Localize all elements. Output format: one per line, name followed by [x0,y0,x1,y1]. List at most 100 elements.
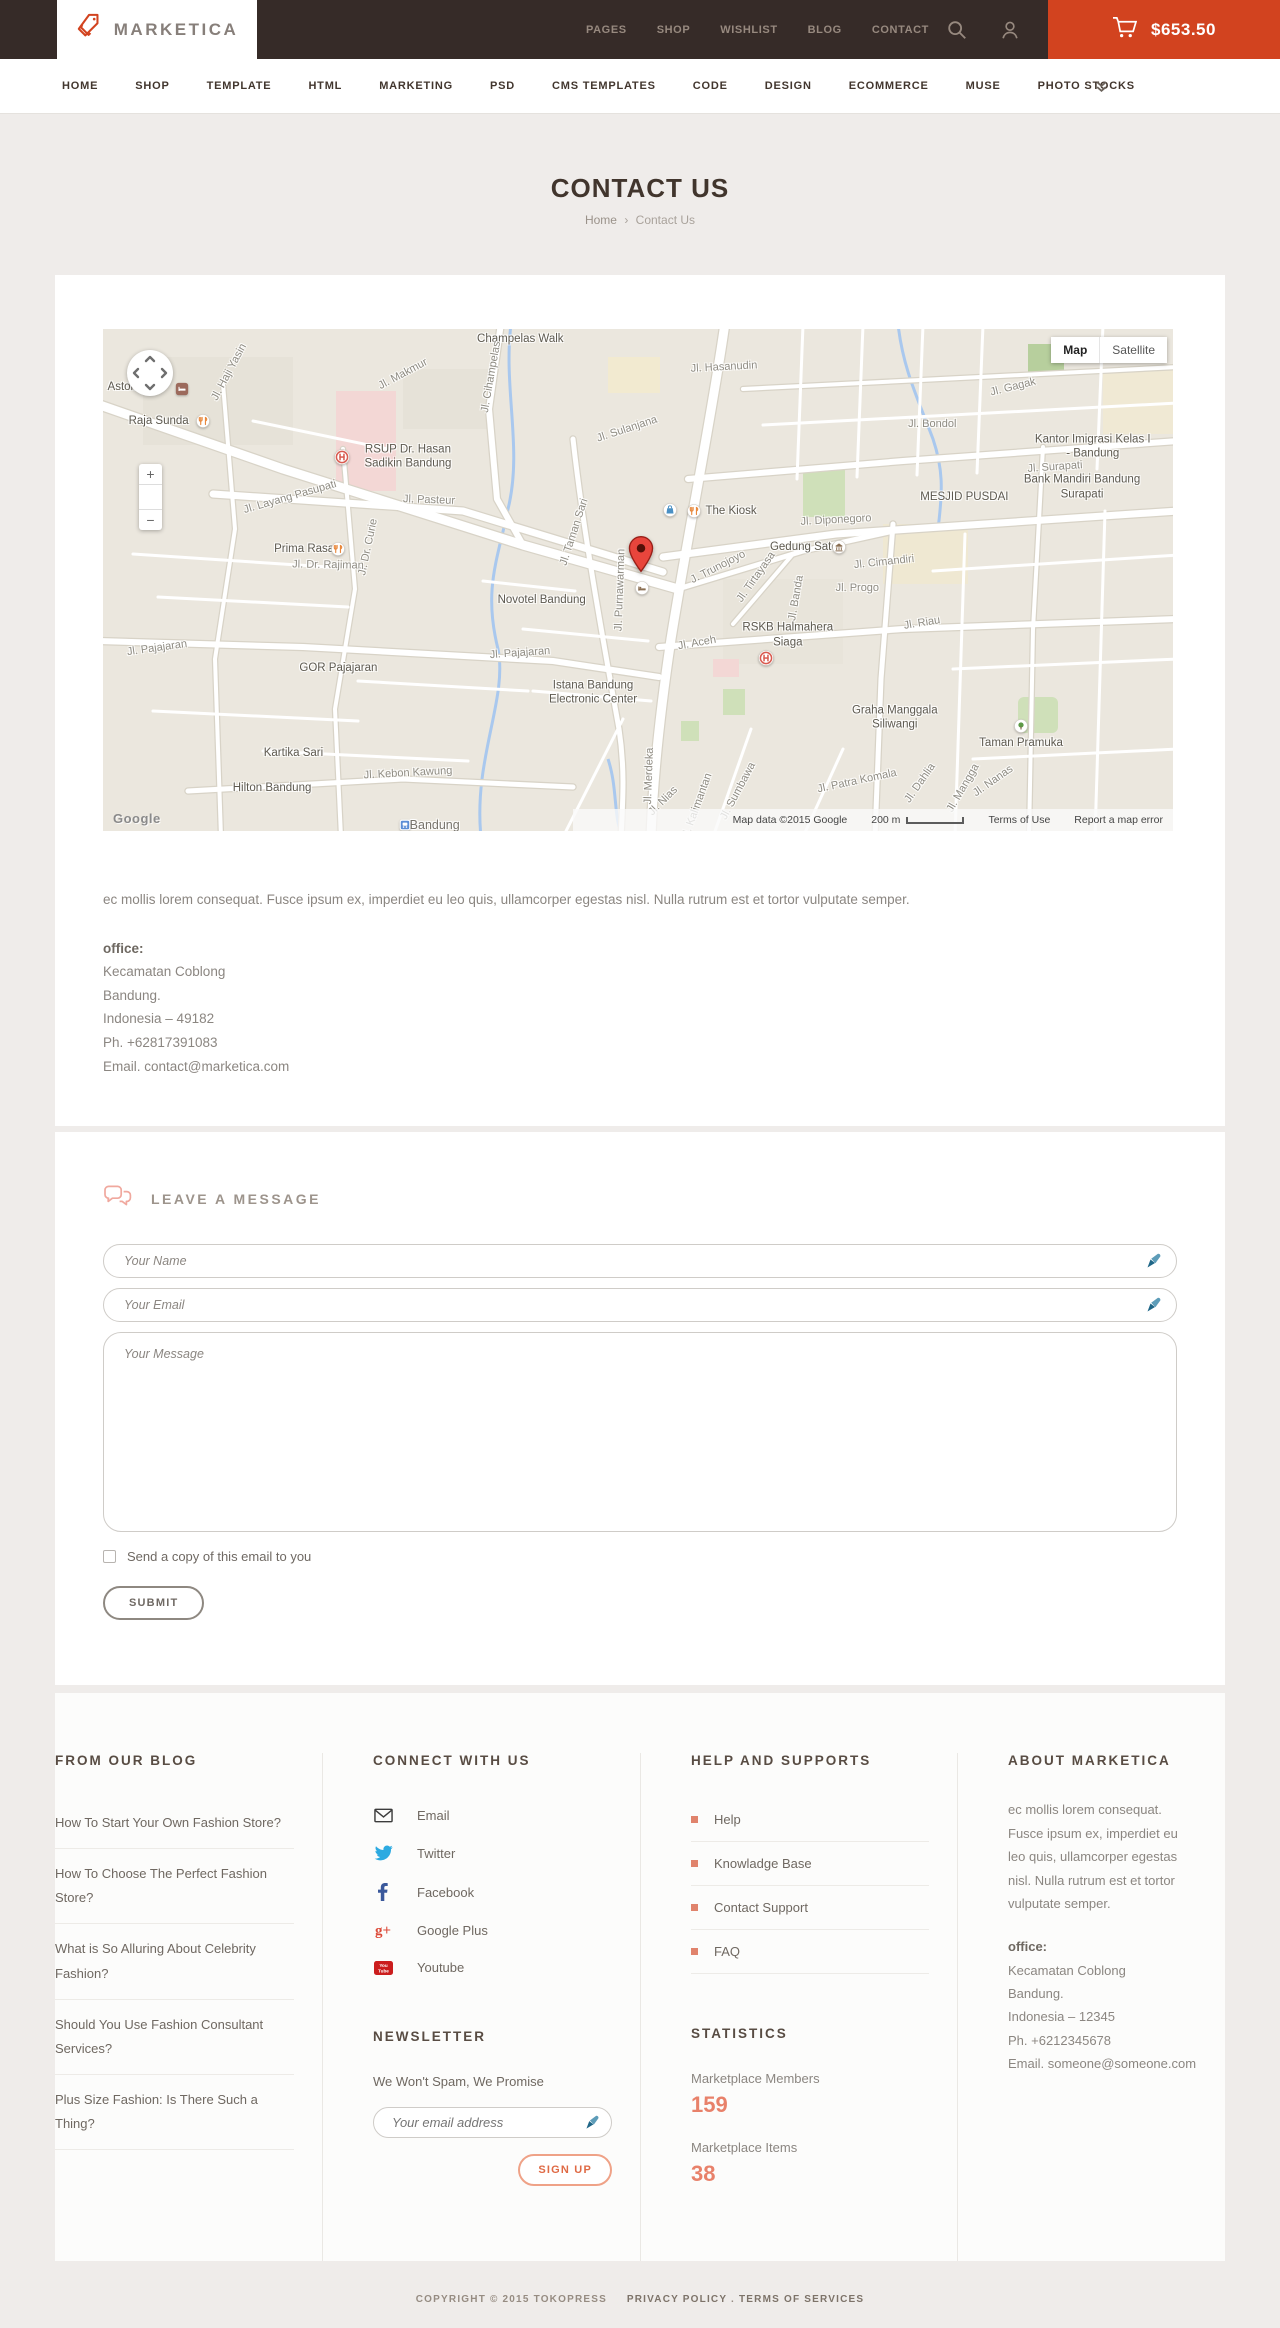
map-zoom-in[interactable]: + [139,464,162,484]
map-label: Taman Pramuka [979,736,1063,749]
social-link[interactable]: Facebook [373,1873,612,1911]
main-header: MARKETICA PAGES SHOP WISHLIST BLOG CONTACT $… [0,0,1280,59]
help-link[interactable]: Knowladge Base [691,1842,929,1887]
map-label: Jl. Pasteur [403,492,456,507]
restaurant-icon [195,414,210,428]
map-label: Prima Rasa [274,542,335,555]
category-nav-item[interactable]: PHOTO STOCKS [1038,80,1135,92]
top-nav-item[interactable]: CONTACT [872,24,929,36]
social-link[interactable]: Email [373,1798,612,1833]
category-nav-item[interactable]: SHOP [135,80,169,92]
page-header: CONTACT US Home › Contact Us [0,114,1280,275]
office-line: Email. contact@marketica.com [103,1058,290,1074]
newsletter-email-input[interactable] [373,2107,612,2139]
cart-icon [1112,16,1138,44]
top-nav-item[interactable]: WISHLIST [720,24,777,36]
social-link[interactable]: You Tube Youtube [373,1950,612,1985]
map-type-map-button[interactable]: Map [1051,337,1101,363]
signup-button[interactable]: SIGN UP [518,2154,612,2187]
send-copy-checkbox[interactable] [103,1550,116,1564]
report-map-error-link[interactable]: Report a map error [1074,814,1163,826]
email-field-wrap [103,1288,1177,1323]
email-input[interactable] [103,1288,1177,1323]
map-marker-pin-icon[interactable] [628,535,654,573]
top-nav: PAGES SHOP WISHLIST BLOG CONTACT [586,0,929,59]
top-nav-item[interactable]: BLOG [808,24,842,36]
contact-info-card: Champelas Walk Jl. Hasanudin Jl. Cihampela… [55,275,1225,1127]
map-zoom-control[interactable]: + − [139,464,162,530]
map-label: Istana Bandung Electronic Center [548,679,638,706]
restaurant-icon [331,542,346,556]
privacy-policy-link[interactable]: PRIVACY POLICY [627,2294,727,2305]
footer-help-column: HELP AND SUPPORTS Help Knowladge Base Co… [640,1753,957,2262]
google-map[interactable]: Champelas Walk Jl. Hasanudin Jl. Cihampela… [103,329,1173,831]
google-logo[interactable]: Google [113,811,161,826]
stat-row: Marketplace Items 38 [691,2140,929,2187]
social-link[interactable]: g+ Google Plus [373,1913,612,1948]
user-icon[interactable] [999,19,1021,41]
office-line: Kecamatan Coblong [103,964,226,980]
help-link[interactable]: FAQ [691,1930,929,1975]
breadcrumb-separator: › [624,213,629,227]
submit-button[interactable]: SUBMIT [103,1586,205,1621]
category-nav-item[interactable]: TEMPLATE [207,80,272,92]
help-link[interactable]: Help [691,1798,929,1843]
cart-button[interactable]: $653.50 [1048,0,1280,59]
breadcrumb-home-link[interactable]: Home [585,213,617,227]
category-nav-item[interactable]: PSD [490,80,515,92]
terms-of-services-link[interactable]: TERMS OF SERVICES [739,2294,864,2305]
blog-link[interactable]: What is So Alluring About Celebrity Fash… [55,1924,294,2000]
about-office-line: Email. someone@someone.com [1008,2056,1197,2072]
blog-link[interactable]: Should You Use Fashion Consultant Servic… [55,2000,294,2075]
statistics-heading: STATISTICS [691,2026,788,2042]
category-nav-item[interactable]: ECOMMERCE [849,80,929,92]
category-nav-item[interactable]: HTML [308,80,342,92]
social-label: Twitter [417,1845,456,1861]
top-nav-item[interactable]: PAGES [586,24,627,36]
office-line: Bandung. [103,987,161,1003]
category-nav-item[interactable]: MUSE [966,80,1001,92]
newsletter-tagline: We Won't Spam, We Promise [373,2074,544,2090]
map-label: Champelas Walk [477,332,564,345]
top-nav-item[interactable]: SHOP [657,24,691,36]
map-zoom-slider[interactable] [139,484,162,510]
map-label: GOR Pajajaran [299,661,378,674]
blog-link[interactable]: Plus Size Fashion: Is There Such a Thing… [55,2075,294,2150]
message-textarea[interactable] [103,1332,1177,1533]
help-link[interactable]: Contact Support [691,1886,929,1931]
newsletter-field-wrap [373,2107,612,2139]
category-nav-item[interactable]: CMS TEMPLATES [552,80,656,92]
terms-of-use-link[interactable]: Terms of Use [988,814,1050,826]
blog-link[interactable]: How To Start Your Own Fashion Store? [55,1798,294,1850]
send-copy-label: Send a copy of this email to you [127,1549,312,1565]
chevron-double-down-icon[interactable] [1095,80,1108,98]
map-label: Jl. Bondol [908,418,957,431]
search-icon[interactable] [946,19,968,41]
map-label: Bank Mandiri Bandung Surapati [1023,473,1141,501]
contact-intro-text: ec mollis lorem consequat. Fusce ipsum e… [103,892,910,907]
social-link[interactable]: Twitter [373,1835,612,1871]
about-office-line: Bandung. [1008,1986,1064,2002]
office-block: office: Kecamatan Coblong Bandung. Indones… [103,937,1177,1079]
map-zoom-out[interactable]: − [139,510,162,530]
map-type-controls: Map Satellite [1051,337,1167,363]
map-pan-control[interactable] [127,350,173,396]
category-nav-item[interactable]: CODE [693,80,728,92]
page: { "theme": { "header_bg": "#362b28", "ac… [0,0,1280,2317]
name-input[interactable] [103,1244,1177,1279]
map-label: Jl. Merdeka [641,747,656,805]
category-nav-item[interactable]: DESIGN [765,80,812,92]
map-type-satellite-button[interactable]: Satellite [1100,337,1167,363]
office-line: Indonesia – 49182 [103,1011,215,1027]
map-label: Graha Manggala Siliwangi [851,704,938,732]
footer-connect-heading: CONNECT WITH US [373,1753,531,1769]
name-field-wrap [103,1244,1177,1279]
logo[interactable]: MARKETICA [57,0,257,59]
about-office-line: Indonesia – 12345 [1008,2009,1115,2025]
category-nav-item[interactable]: MARKETING [379,80,453,92]
footer-about-column: ABOUT MARKETICA ec mollis lorem consequa… [957,1753,1225,2262]
category-nav-item[interactable]: HOME [62,80,98,92]
page-title: CONTACT US [550,173,730,203]
office-label: office: [103,940,144,956]
blog-link[interactable]: How To Choose The Perfect Fashion Store? [55,1849,294,1925]
